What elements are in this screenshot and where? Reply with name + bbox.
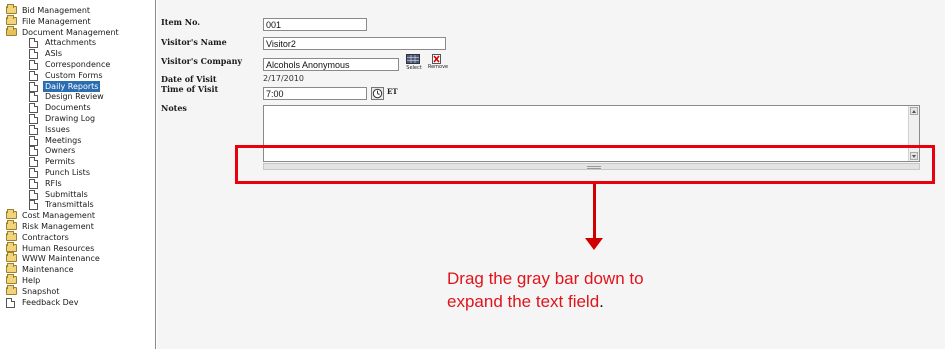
callout-arrow-shaft	[593, 184, 596, 240]
document-icon	[29, 124, 38, 135]
document-icon	[29, 135, 38, 146]
clock-icon	[371, 87, 384, 100]
clock-picker-button[interactable]	[371, 87, 384, 100]
timezone-label: ET	[387, 87, 398, 96]
visitor-name-label: Visitor's Name	[161, 37, 227, 47]
sidebar-item-label: Permits	[45, 157, 75, 167]
document-icon	[29, 60, 38, 70]
folder-icon	[6, 14, 17, 25]
folder-icon	[6, 241, 17, 252]
item-no-input[interactable]	[263, 18, 367, 31]
instruction-line-1: Drag the gray bar down to	[447, 269, 644, 288]
document-icon	[29, 114, 38, 124]
sidebar-item-label: Drawing Log	[45, 114, 96, 123]
document-icon	[29, 168, 38, 178]
sidebar-item-label: Cost Management	[22, 211, 96, 221]
down-arrow-icon	[585, 238, 603, 250]
grid-icon	[406, 54, 420, 64]
instruction-line-2: expand the text field.	[447, 290, 867, 313]
visitor-company-label: Visitor's Company	[161, 56, 243, 66]
highlight-box	[235, 145, 935, 184]
sidebar-item-label: Maintenance	[22, 265, 74, 275]
notes-label: Notes	[161, 103, 187, 113]
instruction-period: .	[599, 292, 604, 311]
folder-icon	[6, 263, 17, 274]
sidebar-item-label: Submittals	[45, 189, 88, 199]
sidebar-item-label: Owners	[45, 146, 76, 156]
instruction-line-2-text: expand the text field	[447, 292, 600, 311]
sidebar-item-label: Daily Reports	[43, 80, 101, 92]
sidebar-item-label: Feedback Dev	[22, 297, 79, 307]
instruction-callout: Drag the gray bar down to expand the tex…	[447, 267, 867, 313]
remove-icon	[432, 54, 441, 64]
sidebar-item-label: Transmittals	[45, 200, 94, 210]
document-icon	[29, 92, 38, 103]
sidebar-tree: Bid Management File Management Document Ma…	[0, 0, 156, 349]
document-icon	[29, 178, 38, 189]
time-of-visit-input[interactable]	[263, 87, 367, 100]
sidebar-item-label: RFIs	[45, 178, 62, 188]
visitor-name-input[interactable]	[263, 37, 446, 50]
folder-icon	[6, 274, 17, 284]
document-icon	[29, 189, 38, 200]
date-of-visit-value: 2/17/2010	[263, 74, 305, 83]
scroll-up-arrow-icon[interactable]	[910, 107, 918, 115]
sidebar-item-label: Snapshot	[22, 286, 60, 296]
sidebar-item-label: Human Resources	[22, 243, 95, 253]
folder-icon	[6, 252, 17, 263]
sidebar-item-label: Document Management	[22, 27, 119, 37]
remove-caption: Remove	[427, 64, 449, 70]
document-icon	[29, 200, 38, 211]
sidebar-item-label: Correspondence	[45, 60, 111, 69]
folder-icon	[6, 230, 17, 241]
sidebar-item-label: Attachments	[45, 38, 97, 48]
sidebar-item-label: File Management	[22, 16, 91, 26]
document-icon	[29, 81, 38, 92]
remove-company-button[interactable]: Remove	[428, 53, 448, 70]
sidebar-item-label: Punch Lists	[45, 168, 90, 177]
folder-icon	[6, 284, 17, 295]
item-no-label: Item No.	[161, 17, 201, 27]
sidebar-item-label: Help	[22, 276, 41, 285]
document-icon	[29, 70, 38, 81]
visitor-company-input[interactable]	[263, 58, 399, 71]
document-icon	[29, 146, 38, 157]
sidebar-item-label: Contractors	[22, 232, 69, 242]
document-icon	[29, 38, 38, 49]
sidebar-item-label: Bid Management	[22, 6, 91, 15]
date-of-visit-label: Date of Visit	[161, 74, 217, 84]
document-icon	[29, 103, 38, 114]
document-icon	[29, 157, 38, 168]
folder-icon	[6, 209, 17, 220]
sidebar-item-label: Meetings	[45, 135, 82, 145]
folder-open-icon	[6, 25, 17, 36]
sidebar-item-label: Issues	[45, 124, 70, 134]
select-caption: Select	[406, 65, 422, 71]
sidebar-item-label: Documents	[45, 103, 91, 113]
sidebar-item-label: ASIs	[45, 49, 63, 59]
folder-icon	[6, 4, 17, 14]
document-icon	[6, 297, 15, 308]
select-company-button[interactable]: Select	[406, 54, 422, 71]
sidebar-item-label: Custom Forms	[45, 70, 103, 80]
sidebar-item-label: Design Review	[45, 92, 104, 102]
sidebar-item-label: WWW Maintenance	[22, 254, 100, 264]
folder-icon	[6, 220, 17, 230]
sidebar-item-label: Risk Management	[22, 222, 94, 231]
time-of-visit-label: Time of Visit	[161, 84, 219, 94]
document-icon	[29, 49, 38, 60]
